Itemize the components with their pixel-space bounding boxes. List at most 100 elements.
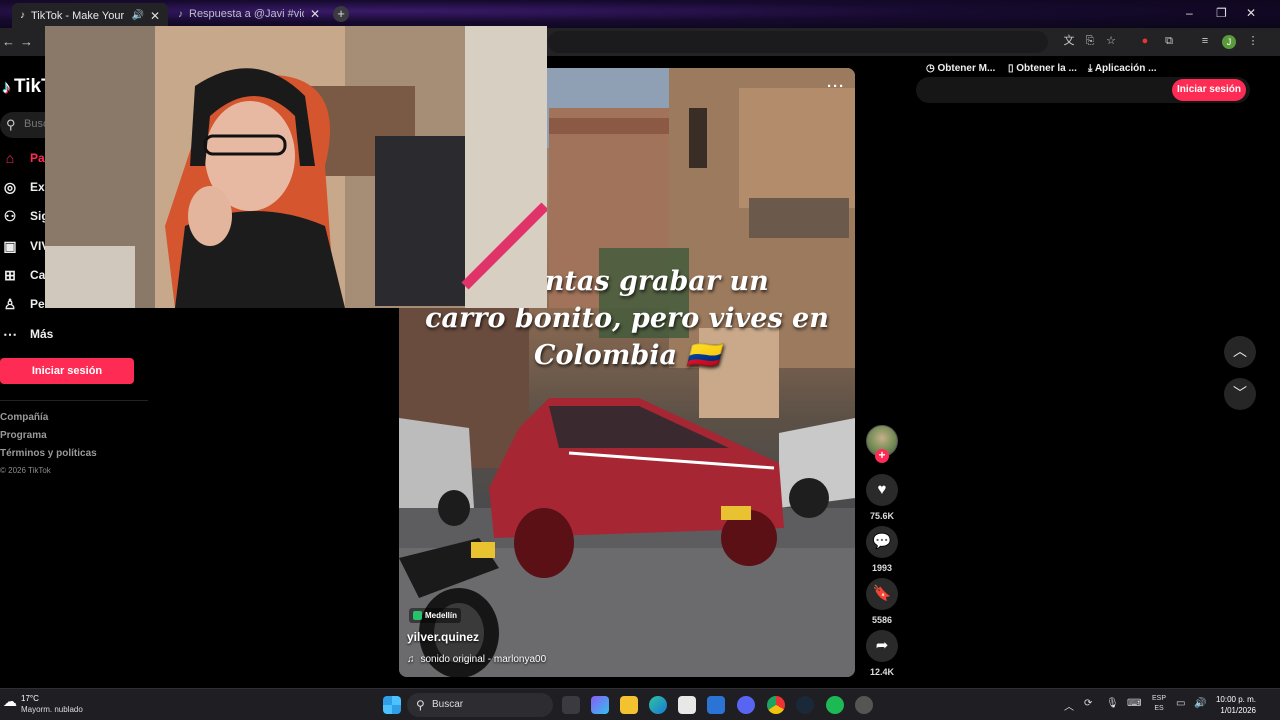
comment-icon: 💬 xyxy=(872,533,892,550)
store-icon[interactable] xyxy=(678,696,696,714)
next-video-button[interactable]: ﹀ xyxy=(1224,378,1256,410)
minimize-button[interactable]: – xyxy=(1186,6,1193,20)
spotify-icon[interactable] xyxy=(826,696,844,714)
tab-close-icon[interactable]: ✕ xyxy=(150,9,160,23)
bookmark-icon: 🔖 xyxy=(872,585,892,602)
clock-time: 10:00 p. m. xyxy=(1215,695,1256,704)
forward-icon[interactable]: → xyxy=(20,34,33,49)
get-coins-button[interactable]: ◷ Obtener M... xyxy=(926,63,995,74)
tray-overflow-chevron-icon[interactable]: ︿ xyxy=(1064,698,1074,713)
maximize-button[interactable]: ❐ xyxy=(1216,6,1227,20)
menu-kebab-icon[interactable]: ⋮ xyxy=(1246,34,1260,48)
chevron-up-icon: ︿ xyxy=(1233,343,1247,359)
chevron-down-icon: ﹀ xyxy=(1233,385,1247,401)
bookmark-star-icon[interactable]: ☆ xyxy=(1104,34,1118,48)
upload-icon: ⊞ xyxy=(4,266,16,283)
following-icon: ⚇ xyxy=(3,207,17,224)
location-badge[interactable]: Medellín xyxy=(409,608,462,623)
comment-count: 1993 xyxy=(871,563,893,573)
video-more-options-icon[interactable]: ··· xyxy=(827,78,845,95)
footer-link-compania[interactable]: Compañía xyxy=(0,412,48,423)
windows-start-icon[interactable] xyxy=(383,696,401,714)
sound-label: sonido original - marlonya00 xyxy=(420,654,547,665)
location-label: Medellín xyxy=(425,611,458,620)
extension-red-icon[interactable]: ● xyxy=(1138,34,1152,48)
back-icon[interactable]: ← xyxy=(2,34,15,49)
microphone-icon[interactable]: 🎙 xyxy=(1106,698,1119,709)
taskbar-search-placeholder: Buscar xyxy=(432,699,464,710)
windows-taskbar: ☁ 17°C Mayorm. nublado ⚲ Buscar ︿ ⟳ 🎙 ⌨ … xyxy=(0,688,1280,720)
settings-gear-icon[interactable] xyxy=(855,696,873,714)
previous-video-button[interactable]: ︿ xyxy=(1224,336,1256,368)
follow-plus-button[interactable]: + xyxy=(875,449,889,463)
taskbar-search[interactable]: ⚲ Buscar xyxy=(407,693,553,717)
sidebar-divider xyxy=(0,400,148,401)
footer-link-programa[interactable]: Programa xyxy=(0,430,47,441)
weather-temp[interactable]: 17°C xyxy=(21,694,39,703)
footer-link-terminos[interactable]: Términos y políticas xyxy=(0,448,97,459)
tab-close-icon[interactable]: ✕ xyxy=(310,7,320,21)
language-indicator[interactable]: ESP ES xyxy=(1152,694,1166,714)
nav-item-mas[interactable]: ⋯ Más xyxy=(0,322,53,346)
file-explorer-icon[interactable] xyxy=(620,696,638,714)
new-tab-button[interactable]: + xyxy=(333,6,349,22)
extensions-icon[interactable]: ⧉ xyxy=(1162,34,1176,48)
speaker-icon[interactable]: 🔊 xyxy=(131,10,143,21)
discord-icon[interactable] xyxy=(737,696,755,714)
tiktok-note-icon: ♪ xyxy=(2,76,11,97)
lang-line-2: ES xyxy=(1154,705,1164,712)
network-icon[interactable]: ▭ xyxy=(1176,698,1185,709)
share-count: 12.4K xyxy=(869,667,895,677)
desktop-app-button[interactable]: ⤓ Aplicación ... xyxy=(1088,63,1157,74)
copilot-icon[interactable] xyxy=(591,696,609,714)
sync-icon[interactable]: ⟳ xyxy=(1084,698,1092,709)
mail-icon[interactable] xyxy=(707,696,725,714)
profile-avatar[interactable]: J xyxy=(1222,35,1236,49)
video-caption-line-3: Colombia 🇨🇴 xyxy=(534,340,720,371)
search-icon: ⚲ xyxy=(416,698,425,712)
weather-desc[interactable]: Mayorm. nublado xyxy=(21,705,83,714)
live-icon: ▣ xyxy=(3,237,17,254)
keyboard-icon[interactable]: ⌨ xyxy=(1127,698,1141,709)
tiktok-favicon-icon: ♪ xyxy=(178,8,183,20)
like-button[interactable]: ♥ xyxy=(866,474,898,506)
webcam-overlay xyxy=(45,26,547,308)
webcam-scene xyxy=(45,26,547,308)
more-icon: ⋯ xyxy=(3,325,17,342)
login-button-top[interactable]: Iniciar sesión xyxy=(1172,79,1246,101)
heart-icon: ♥ xyxy=(877,481,887,498)
volume-icon[interactable]: 🔊 xyxy=(1194,698,1206,709)
tab-title: TikTok - Make Your Day xyxy=(31,9,125,22)
share-button[interactable]: ➦ xyxy=(866,630,898,662)
reading-list-icon[interactable]: ≡ xyxy=(1198,34,1212,48)
chrome-icon[interactable] xyxy=(767,696,785,714)
save-count: 5586 xyxy=(871,615,893,625)
translate-icon[interactable]: 文 xyxy=(1062,34,1076,48)
tab-tiktok[interactable]: ♪ TikTok - Make Your Day 🔊 ✕ xyxy=(12,3,168,28)
clock-date: 1/01/2026 xyxy=(1220,706,1256,715)
tiktok-favicon-icon: ♪ xyxy=(20,10,25,21)
get-app-button[interactable]: ▯ Obtener la ... xyxy=(1008,63,1077,74)
profile-icon: ♙ xyxy=(3,295,17,312)
nav-label: Más xyxy=(30,327,54,341)
task-view-icon[interactable] xyxy=(562,696,580,714)
button-label: Obtener M... xyxy=(937,63,996,74)
video-author-username[interactable]: yilver.quinez xyxy=(407,630,479,644)
search-icon: ⚲ xyxy=(6,117,16,132)
comment-button[interactable]: 💬 xyxy=(866,526,898,558)
address-bar[interactable] xyxy=(548,31,1048,53)
weather-cloud-icon[interactable]: ☁ xyxy=(3,693,17,710)
close-window-button[interactable]: ✕ xyxy=(1246,6,1256,20)
install-app-icon[interactable]: ⎘ xyxy=(1083,34,1097,48)
taskbar-clock[interactable]: 10:00 p. m. 1/01/2026 xyxy=(1212,694,1256,716)
button-label: Aplicación ... xyxy=(1094,63,1157,74)
tab-title: Respuesta a @Javi #video#com xyxy=(189,8,304,20)
lang-line-1: ESP xyxy=(1152,695,1167,702)
video-sound[interactable]: ♫ sonido original - marlonya00 xyxy=(407,654,546,665)
tab-respuesta[interactable]: ♪ Respuesta a @Javi #video#com ✕ xyxy=(170,3,328,25)
save-button[interactable]: 🔖 xyxy=(866,578,898,610)
login-button-sidebar[interactable]: Iniciar sesión xyxy=(0,358,134,384)
steam-icon[interactable] xyxy=(796,696,814,714)
edge-icon[interactable] xyxy=(649,696,667,714)
like-count: 75.6K xyxy=(869,511,895,521)
